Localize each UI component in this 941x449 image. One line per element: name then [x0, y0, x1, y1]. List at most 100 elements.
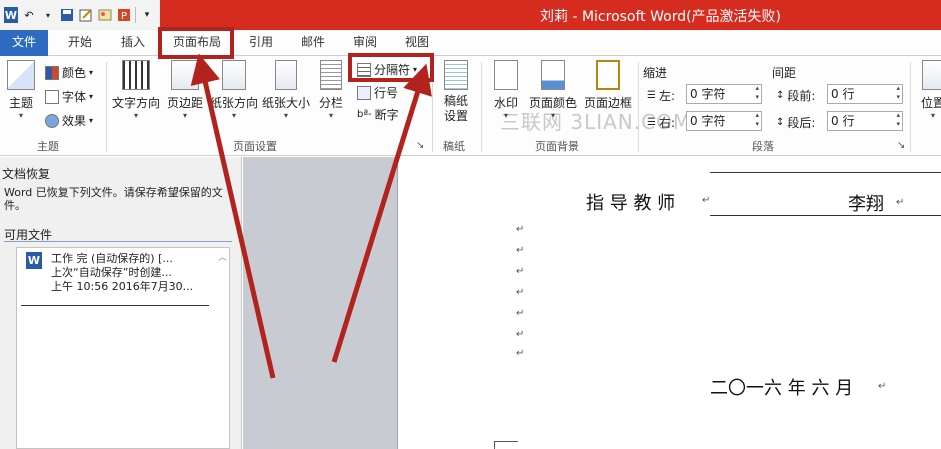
paragraph-mark-icon: ↵: [516, 266, 525, 277]
orientation-button[interactable]: 纸张方向 ▾: [210, 60, 258, 120]
recovery-title: 文档恢复: [2, 167, 51, 181]
document-recovery-pane: 文档恢复 Word 已恢复下列文件。请保存希望保留的文件。 可用文件 W 工作 …: [0, 157, 242, 449]
powerpoint-icon[interactable]: P: [116, 7, 132, 23]
toolbar-separator: [135, 7, 136, 23]
picture-icon[interactable]: [97, 7, 113, 23]
space-before-label-wrap: ↕ 段前:: [776, 87, 815, 104]
manuscript-icon: [444, 60, 468, 90]
space-after-spinner[interactable]: 0 行: [827, 111, 903, 131]
paragraph-mark-icon: ↵: [516, 348, 525, 359]
watermark-button[interactable]: 水印 ▾: [490, 60, 522, 120]
file-separator: [21, 305, 209, 306]
themes-button[interactable]: 主题 ▾: [4, 60, 38, 120]
tab-mailings[interactable]: 邮件: [292, 30, 334, 56]
tab-file[interactable]: 文件: [0, 30, 48, 56]
space-before-label: 段前:: [787, 89, 816, 103]
hyphenation-button[interactable]: bª- 断字: [357, 106, 399, 123]
margin-corner-mark: [494, 441, 518, 449]
space-after-label-wrap: ↕ 段后:: [776, 114, 815, 131]
scroll-up-icon[interactable]: ︿: [218, 250, 227, 263]
margins-button[interactable]: 页边距 ▾: [165, 60, 205, 120]
recovered-file-item[interactable]: 工作 完 (自动保存的) [... 上次“自动保存”时创建... 上午 10:5…: [51, 252, 193, 294]
spacing-header: 间距: [772, 66, 797, 80]
group-separator: [910, 62, 911, 152]
page-borders-button[interactable]: 页面边框: [582, 60, 634, 111]
theme-colors-button[interactable]: 颜色 ▾: [45, 64, 93, 81]
dialog-launcher-icon[interactable]: ↘: [897, 140, 905, 151]
line-numbers-icon: [357, 85, 371, 100]
page-borders-label: 页面边框: [583, 96, 632, 110]
indent-left-label: 左:: [658, 89, 676, 103]
dropdown-icon[interactable]: ▾: [40, 7, 56, 23]
paragraph-mark-icon: ↵: [516, 224, 525, 235]
paragraph-mark-icon: ↵: [878, 381, 887, 392]
position-icon: [922, 60, 941, 90]
manuscript-settings-button[interactable]: 稿纸 设置: [438, 60, 474, 124]
paragraph-mark-icon: ↵: [896, 197, 905, 208]
advisor-name: 李翔: [848, 194, 884, 215]
chevron-down-icon: ▾: [550, 111, 555, 120]
group-separator: [638, 62, 639, 152]
columns-label: 分栏: [318, 96, 343, 110]
save-icon[interactable]: [59, 7, 75, 23]
paragraph-mark-icon: ↵: [516, 329, 525, 340]
theme-colors-label: 颜色: [62, 66, 87, 80]
columns-button[interactable]: 分栏 ▾: [316, 60, 346, 120]
recovery-divider: [4, 241, 232, 242]
paragraph-mark-icon: ↵: [702, 195, 711, 206]
file-name: 工作 完 (自动保存的) [...: [51, 252, 173, 265]
quick-access-toolbar: W ↶ ▾ P ▾: [0, 0, 160, 30]
group-separator: [481, 62, 482, 152]
margins-icon: [171, 60, 199, 90]
theme-fonts-button[interactable]: 字体 ▾: [45, 88, 93, 105]
chevron-down-icon: ▾: [18, 111, 23, 120]
tab-references[interactable]: 引用: [240, 30, 282, 56]
margins-label: 页边距: [166, 96, 203, 110]
ribbon: 三联网 3LIAN.COM 主题 ▾ 颜色 ▾ 字体 ▾ 效果 ▾ 主题 文字方向 ▾…: [0, 56, 941, 156]
indent-right-label-wrap: ☰ 右:: [647, 114, 675, 131]
chevron-down-icon: ▾: [283, 111, 288, 120]
text-direction-icon: [122, 60, 150, 90]
text-direction-button[interactable]: 文字方向 ▾: [112, 60, 160, 120]
chevron-down-icon: ▾: [231, 111, 236, 120]
advisor-label: 指 导 教 师: [586, 193, 676, 214]
dialog-launcher-icon[interactable]: ↘: [416, 140, 424, 151]
theme-effects-button[interactable]: 效果 ▾: [45, 112, 93, 129]
space-after-label: 段后:: [787, 116, 816, 130]
indent-left-spinner[interactable]: 0 字符: [686, 84, 762, 104]
orientation-label: 纸张方向: [210, 96, 259, 110]
underline: [710, 215, 941, 216]
size-icon: [275, 60, 297, 90]
indent-right-icon: ☰: [647, 117, 656, 128]
tab-home[interactable]: 开始: [58, 30, 102, 56]
themes-icon: [7, 60, 35, 90]
word-document-icon: W: [26, 252, 42, 269]
paragraph-mark-icon: ↵: [516, 245, 525, 256]
theme-effects-label: 效果: [62, 114, 87, 128]
indent-left-icon: ☰: [647, 90, 656, 101]
underline: [710, 172, 941, 173]
page-color-button[interactable]: 页面颜色 ▾: [528, 60, 578, 120]
edit-icon[interactable]: [78, 7, 94, 23]
indent-right-spinner[interactable]: 0 字符: [686, 111, 762, 131]
position-label: 位置: [920, 96, 941, 110]
line-numbers-button[interactable]: 行号: [357, 84, 398, 101]
tab-insert[interactable]: 插入: [112, 30, 154, 56]
highlight-breaks-button: [348, 53, 434, 82]
title-bar: W ↶ ▾ P ▾ 刘莉 - Microsoft Word(产品激活失败): [0, 0, 941, 30]
manuscript-group-label: 稿纸: [443, 140, 465, 153]
size-button[interactable]: 纸张大小 ▾: [261, 60, 311, 120]
customize-toolbar-icon[interactable]: ▾: [139, 7, 155, 23]
page-color-icon: [541, 60, 565, 90]
space-before-icon: ↕: [776, 90, 785, 101]
watermark-label: 水印: [493, 96, 518, 110]
undo-icon[interactable]: ↶: [21, 7, 37, 23]
indent-right-label: 右:: [658, 116, 676, 130]
word-app-icon[interactable]: W: [4, 7, 18, 23]
space-before-spinner[interactable]: 0 行: [827, 84, 903, 104]
chevron-down-icon: ▾: [182, 111, 187, 120]
position-button[interactable]: 位置 ▾: [918, 60, 941, 120]
columns-icon: [320, 60, 342, 90]
text-direction-label: 文字方向: [112, 96, 161, 110]
hyphenation-icon: bª-: [357, 109, 372, 120]
